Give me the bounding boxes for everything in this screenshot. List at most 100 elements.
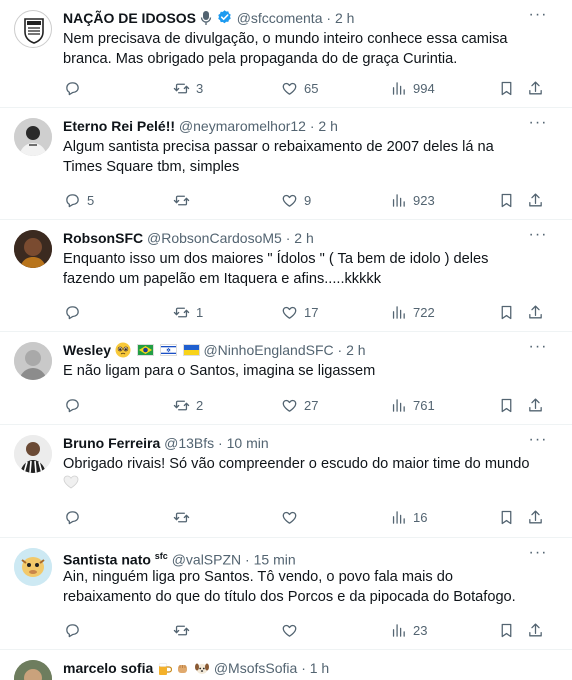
share-button[interactable]: [527, 506, 544, 528]
display-name[interactable]: Santista nato: [63, 552, 151, 568]
bookmark-icon: [498, 509, 515, 526]
like-button[interactable]: [281, 506, 304, 528]
timestamp[interactable]: 2 h: [318, 118, 337, 134]
tweet-header: Wesley @NinhoEnglandSFC · 2 h: [63, 340, 536, 360]
like-button[interactable]: 17: [281, 301, 318, 323]
more-options-icon[interactable]: ···: [528, 227, 548, 248]
more-options-icon[interactable]: ···: [528, 339, 548, 360]
display-name[interactable]: NAÇÃO DE IDOSOS: [63, 10, 196, 26]
avatar[interactable]: [14, 118, 52, 156]
tweet-header: marcelo sofia @MsofsSofia · 1 h: [63, 658, 536, 678]
reply-count: 5: [87, 192, 95, 208]
timestamp[interactable]: 2 h: [346, 342, 365, 358]
views-button[interactable]: 994: [390, 77, 435, 99]
retweet-button[interactable]: 2: [173, 394, 203, 416]
share-button[interactable]: [527, 394, 544, 416]
retweet-button[interactable]: [173, 619, 196, 641]
bookmark-button[interactable]: [498, 189, 515, 211]
views-icon: [390, 304, 407, 321]
share-icon: [527, 622, 544, 639]
bookmark-button[interactable]: [498, 506, 515, 528]
avatar[interactable]: [14, 342, 52, 380]
views-button[interactable]: 722: [390, 301, 435, 323]
handle[interactable]: @sfccomenta: [237, 10, 323, 26]
views-button[interactable]: 23: [390, 619, 427, 641]
handle[interactable]: @valSPZN: [172, 552, 241, 568]
handle[interactable]: @neymaromelhor12: [179, 118, 306, 134]
tweet[interactable]: Santista nato sfc @valSPZN · 15 min ··· …: [0, 538, 572, 650]
tweet[interactable]: NAÇÃO DE IDOSOS @sfccomenta · 2 h ··· Ne…: [0, 0, 572, 108]
tweet[interactable]: Eterno Rei Pelé!! @neymaromelhor12 · 2 h…: [0, 108, 572, 220]
tweet[interactable]: RobsonSFC @RobsonCardosoM5 · 2 h ··· Enq…: [0, 220, 572, 332]
timestamp[interactable]: 2 h: [294, 230, 313, 246]
avatar[interactable]: [14, 548, 52, 586]
fist-emoji-icon: [176, 661, 190, 680]
avatar[interactable]: [14, 10, 52, 48]
share-button[interactable]: [527, 301, 544, 323]
reply-button[interactable]: [64, 619, 87, 641]
share-button[interactable]: [527, 189, 544, 211]
like-button[interactable]: [281, 619, 304, 641]
bookmark-button[interactable]: [498, 301, 515, 323]
share-button[interactable]: [527, 619, 544, 641]
more-options-icon[interactable]: ···: [528, 7, 548, 28]
retweet-button[interactable]: [173, 189, 196, 211]
share-icon: [527, 397, 544, 414]
retweet-button[interactable]: 3: [173, 77, 203, 99]
timestamp[interactable]: 15 min: [254, 552, 296, 568]
views-icon: [390, 80, 407, 97]
more-options-icon[interactable]: ···: [528, 432, 548, 453]
display-name[interactable]: Eterno Rei Pelé!!: [63, 118, 175, 134]
retweet-count: 1: [196, 304, 204, 320]
bookmark-button[interactable]: [498, 77, 515, 99]
views-button[interactable]: 923: [390, 189, 435, 211]
like-button[interactable]: 65: [281, 77, 318, 99]
handle[interactable]: @MsofsSofia: [214, 660, 297, 676]
bookmark-button[interactable]: [498, 619, 515, 641]
display-name[interactable]: Bruno Ferreira: [63, 435, 160, 451]
heart-icon: [281, 304, 298, 321]
reply-button[interactable]: [64, 506, 87, 528]
views-button[interactable]: 16: [390, 506, 427, 528]
bookmark-button[interactable]: [498, 394, 515, 416]
bookmark-icon: [498, 622, 515, 639]
tweet[interactable]: Wesley @NinhoEnglandSFC · 2 h ··· E não …: [0, 332, 572, 425]
timestamp[interactable]: 1 h: [310, 660, 329, 676]
reply-button[interactable]: [64, 77, 87, 99]
views-icon: [390, 192, 407, 209]
display-name[interactable]: Wesley: [63, 342, 111, 358]
retweet-button[interactable]: 1: [173, 301, 203, 323]
handle[interactable]: @NinhoEnglandSFC: [203, 342, 333, 358]
retweet-icon: [173, 509, 190, 526]
tweet[interactable]: Bruno Ferreira @13Bfs · 10 min ··· Obrig…: [0, 425, 572, 538]
retweet-button[interactable]: [173, 506, 196, 528]
views-button[interactable]: 761: [390, 394, 435, 416]
display-name[interactable]: RobsonSFC: [63, 230, 143, 246]
action-bar: 16: [60, 506, 560, 528]
view-count: 994: [413, 80, 435, 96]
reply-button[interactable]: [64, 301, 87, 323]
reply-button[interactable]: [64, 394, 87, 416]
timestamp[interactable]: 10 min: [227, 435, 269, 451]
view-count: 923: [413, 192, 435, 208]
avatar[interactable]: [14, 435, 52, 473]
handle[interactable]: @13Bfs: [164, 435, 214, 451]
display-name[interactable]: marcelo sofia: [63, 660, 153, 676]
tweet-text: Obrigado rivais! Só vão compreender o es…: [63, 456, 530, 472]
handle[interactable]: @RobsonCardosoM5: [147, 230, 282, 246]
share-button[interactable]: [527, 77, 544, 99]
separator: ·: [301, 660, 306, 676]
avatar[interactable]: [14, 660, 52, 680]
tweet-header: Eterno Rei Pelé!! @neymaromelhor12 · 2 h: [63, 116, 536, 136]
like-button[interactable]: 9: [281, 189, 311, 211]
avatar[interactable]: [14, 230, 52, 268]
separator: ·: [245, 551, 250, 568]
like-button[interactable]: 27: [281, 394, 318, 416]
more-options-icon[interactable]: ···: [528, 115, 548, 136]
timestamp[interactable]: 2 h: [335, 10, 354, 26]
tweet[interactable]: marcelo sofia @MsofsSofia · 1 h: [0, 650, 572, 680]
bookmark-icon: [498, 80, 515, 97]
more-options-icon[interactable]: ···: [528, 545, 548, 566]
tweet-text: Algum santista precisa passar o rebaixam…: [63, 139, 494, 175]
reply-button[interactable]: 5: [64, 189, 94, 211]
